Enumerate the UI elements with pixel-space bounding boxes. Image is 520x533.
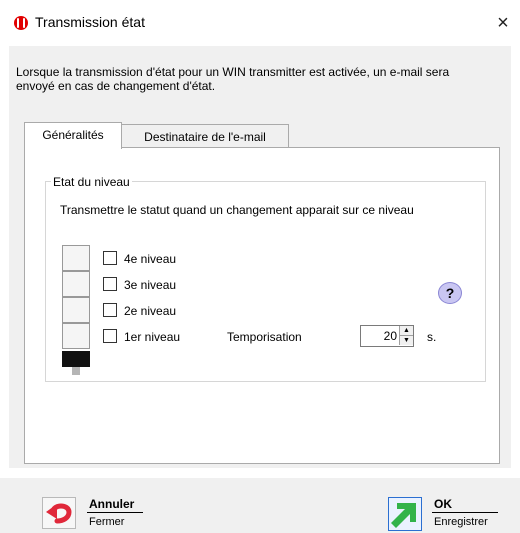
delay-value[interactable]: 20: [361, 326, 399, 346]
close-button[interactable]: ×: [488, 8, 518, 38]
tab-generalites[interactable]: Généralités: [24, 122, 122, 149]
help-icon[interactable]: ?: [438, 282, 462, 304]
tower-stem: [72, 367, 80, 375]
level-4-label: 4e niveau: [124, 252, 177, 266]
level-3-label: 3e niveau: [124, 278, 177, 292]
ok-button[interactable]: [388, 497, 422, 531]
checkbox-level-3[interactable]: [103, 277, 117, 291]
ok-arrow-icon: [391, 503, 416, 528]
spinner-down-icon[interactable]: ▼: [399, 336, 413, 345]
checkbox-level-1[interactable]: [103, 329, 117, 343]
delay-spinner[interactable]: 20 ▲ ▼: [360, 325, 414, 347]
spinner-up-icon[interactable]: ▲: [399, 326, 413, 336]
app-icon: [14, 16, 28, 30]
ok-divider: [432, 512, 498, 513]
level-1-label: 1er niveau: [124, 330, 181, 344]
tower-segment-3: [62, 271, 90, 297]
cancel-divider: [87, 512, 143, 513]
tower-segment-1: [62, 323, 90, 349]
window-title: Transmission état: [35, 14, 145, 30]
cancel-subtitle[interactable]: Fermer: [89, 516, 124, 528]
description-text: Lorsque la transmission d'état pour un W…: [16, 65, 450, 93]
checkbox-level-4[interactable]: [103, 251, 117, 265]
undo-arrow-icon: [46, 503, 72, 524]
ok-subtitle[interactable]: Enregistrer: [434, 516, 488, 528]
delay-unit: s.: [427, 330, 437, 344]
ok-title[interactable]: OK: [434, 497, 452, 511]
delay-label: Temporisation: [227, 330, 302, 344]
tower-segment-4: [62, 245, 90, 271]
cancel-button[interactable]: [42, 497, 76, 529]
instruction-text: Transmettre le statut quand un changemen…: [60, 203, 414, 217]
title-bar: Transmission état ×: [0, 0, 520, 46]
tower-segment-2: [62, 297, 90, 323]
level-2-label: 2e niveau: [124, 304, 177, 318]
tab-destinataire[interactable]: Destinataire de l'e-mail: [121, 124, 289, 149]
checkbox-level-2[interactable]: [103, 303, 117, 317]
tower-base: [62, 351, 90, 367]
cancel-title[interactable]: Annuler: [89, 497, 134, 511]
group-legend: Etat du niveau: [51, 175, 132, 189]
